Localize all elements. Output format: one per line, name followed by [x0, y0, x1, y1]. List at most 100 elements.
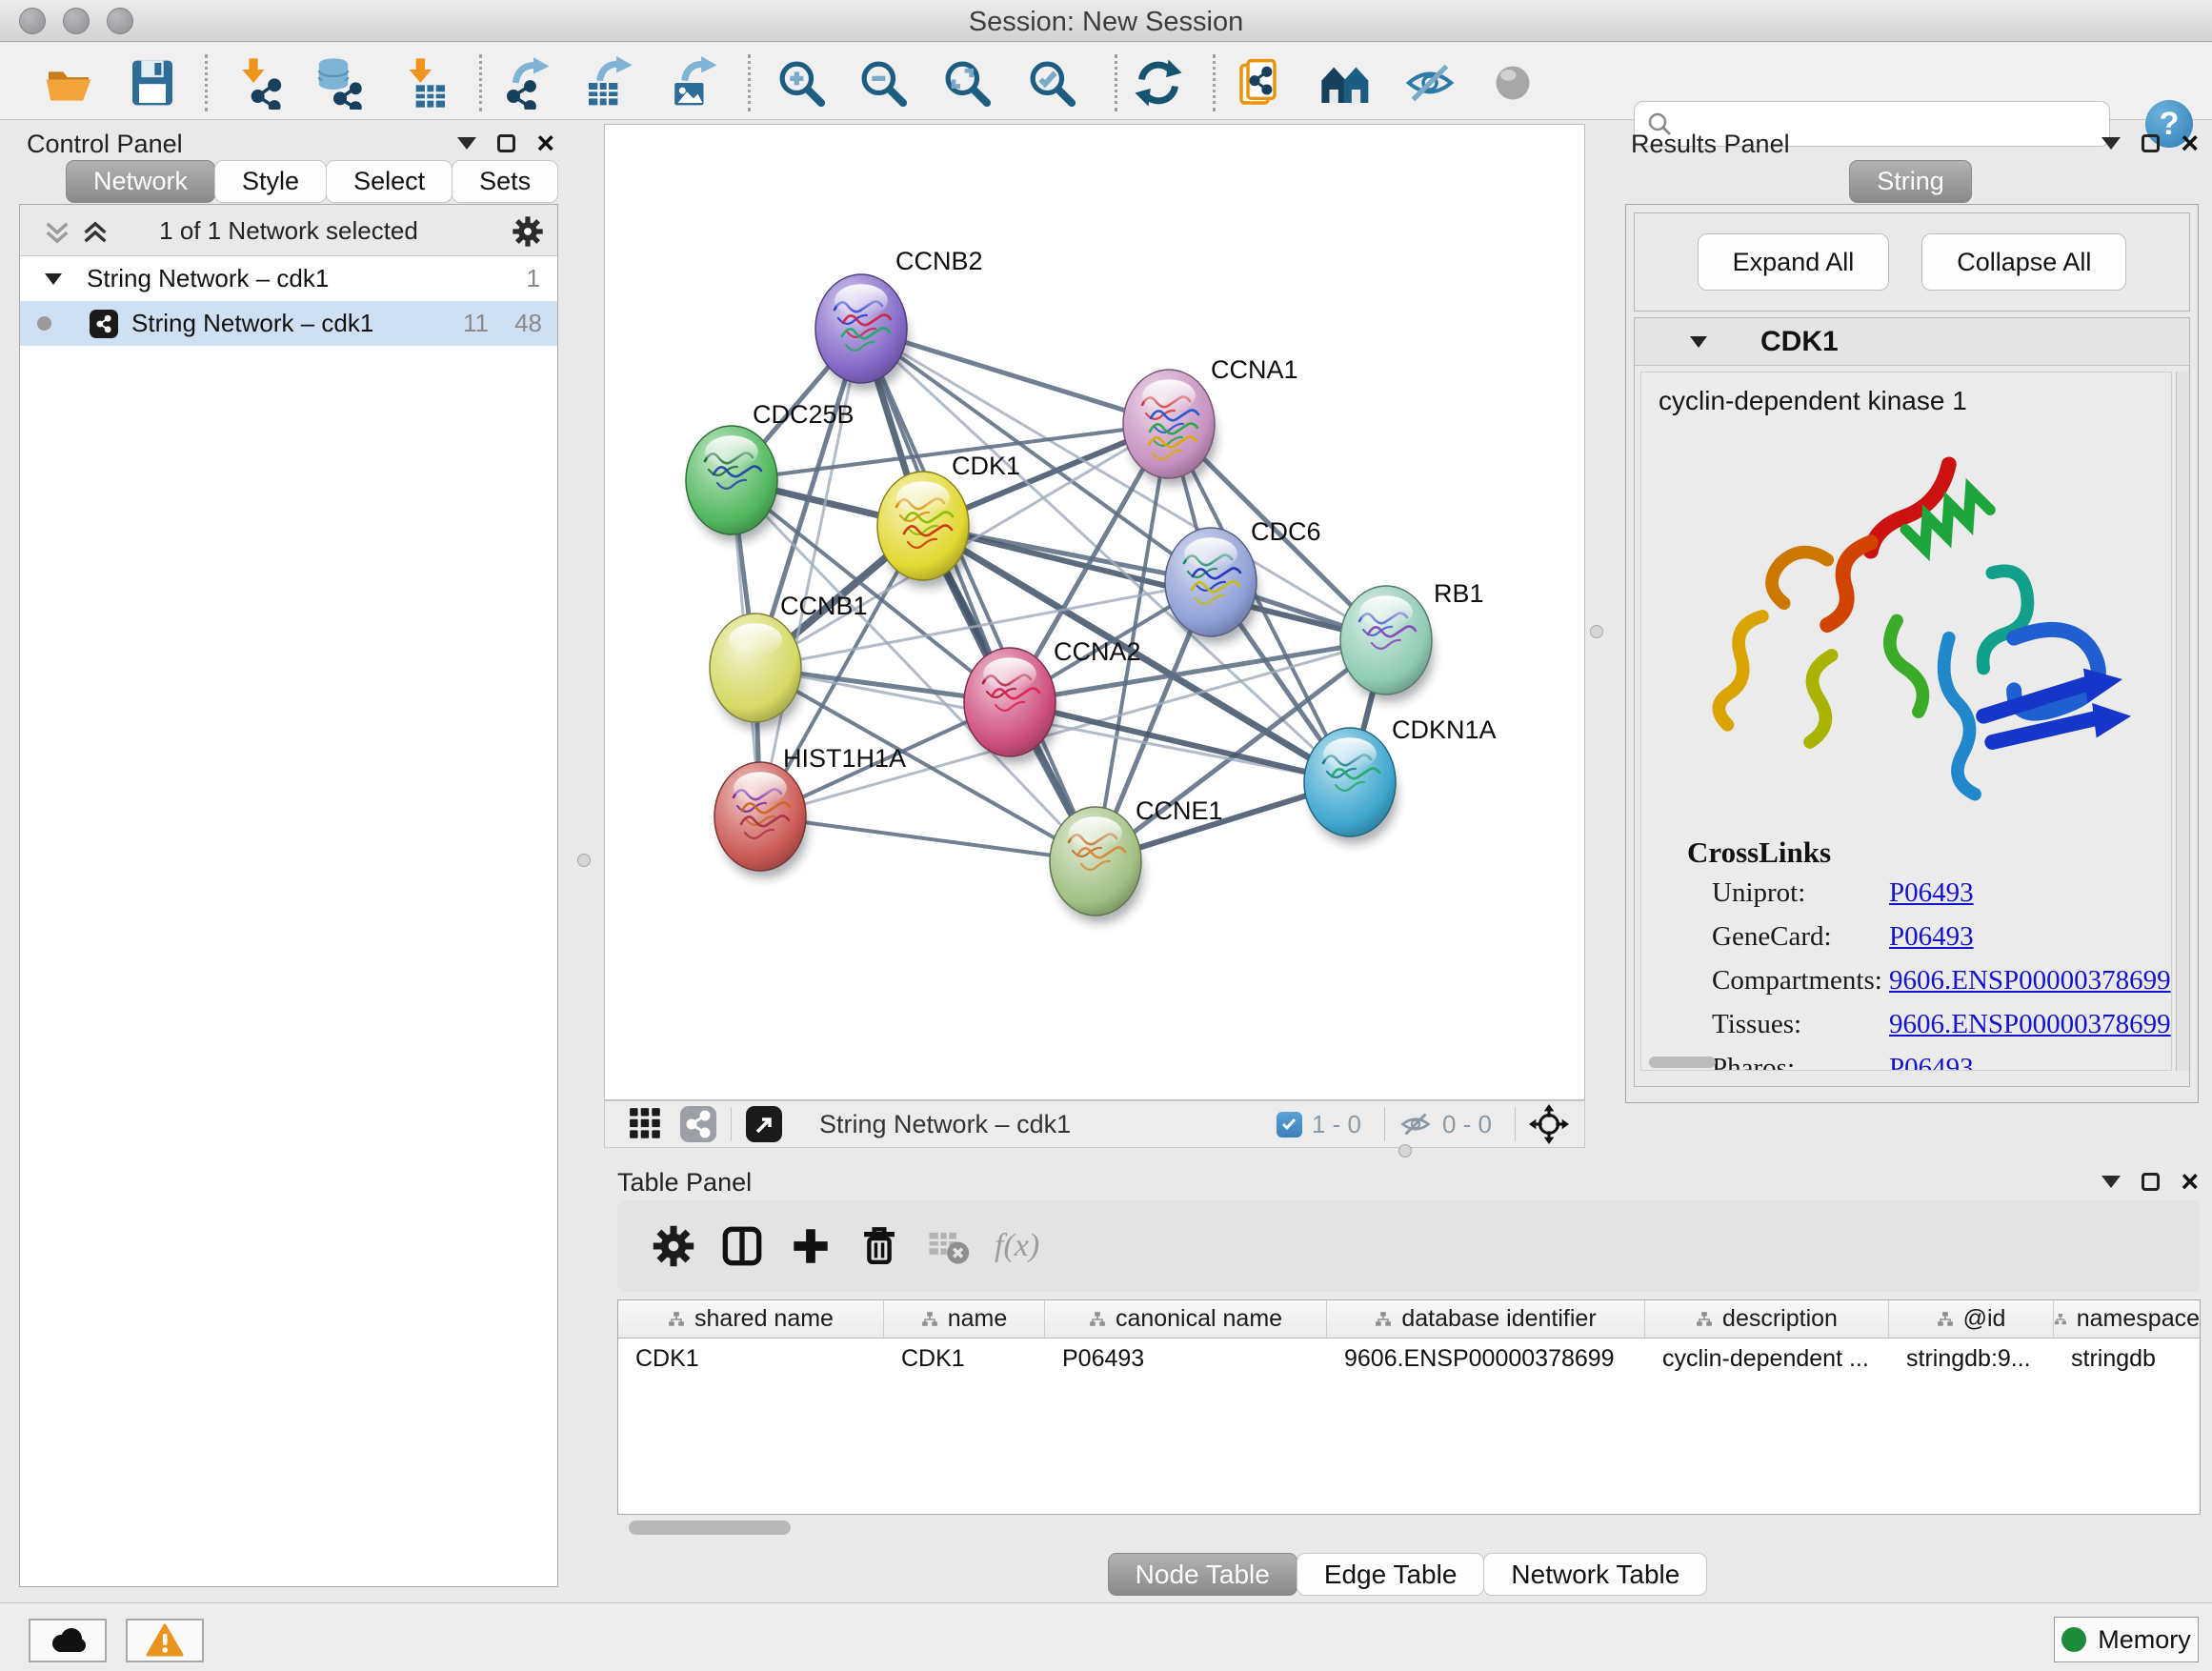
network-edge[interactable]	[760, 816, 1096, 861]
network-canvas[interactable]: CCNB2CCNA1CDC25BCDK1CDC6RB1CCNB1CCNA2CDK…	[604, 124, 1585, 1100]
column-header[interactable]: @id	[1889, 1300, 2054, 1338]
export-table-icon[interactable]	[582, 56, 635, 110]
crosslink-link[interactable]: 9606.ENSP00000378699	[1889, 965, 2171, 997]
network-node-ccnb1[interactable]	[710, 614, 803, 730]
table-row[interactable]: CDK1 CDK1 P06493 9606.ENSP00000378699 cy…	[618, 1339, 2200, 1379]
bottom-splitter-handle[interactable]	[1398, 1144, 1412, 1158]
open-in-new-icon[interactable]	[745, 1105, 783, 1143]
zoom-out-icon[interactable]	[856, 56, 910, 110]
save-session-icon[interactable]	[126, 56, 179, 110]
network-node-ccnb2[interactable]	[815, 274, 909, 391]
hidden-counts: 0 - 0	[1442, 1110, 1492, 1139]
cloud-status-button[interactable]	[29, 1619, 107, 1662]
panel-float-icon[interactable]	[2142, 1173, 2160, 1191]
network-row[interactable]: String Network – cdk1 11 48	[20, 301, 557, 346]
network-collection-label: String Network – cdk1	[87, 264, 329, 293]
panel-close-icon[interactable]: ×	[2181, 1172, 2199, 1191]
table-settings-gear-icon[interactable]	[652, 1224, 695, 1268]
network-node-ccna1[interactable]	[1123, 370, 1217, 486]
import-table-icon[interactable]	[398, 56, 452, 110]
network-node-hist1h1a[interactable]	[714, 762, 808, 878]
left-splitter-handle[interactable]	[577, 854, 591, 867]
selected-checkbox[interactable]	[1277, 1112, 1302, 1137]
panel-menu-icon[interactable]	[2101, 137, 2121, 150]
network-node-ccne1[interactable]	[1050, 807, 1143, 923]
refresh-icon[interactable]	[1132, 56, 1185, 110]
string-network-icon	[90, 310, 118, 338]
grid-view-icon[interactable]	[628, 1106, 664, 1142]
pan-crosshair-icon[interactable]	[1529, 1104, 1569, 1144]
collapse-icon[interactable]	[45, 273, 62, 285]
column-header[interactable]: shared name	[618, 1300, 884, 1338]
warnings-button[interactable]	[126, 1619, 204, 1662]
network-node-cdk1[interactable]	[877, 472, 971, 588]
toolbar-separator	[748, 54, 751, 111]
collapse-icon[interactable]	[1690, 336, 1707, 348]
zoom-in-icon[interactable]	[774, 56, 828, 110]
network-collection-row[interactable]: String Network – cdk1 1	[20, 256, 557, 301]
add-column-icon[interactable]	[789, 1224, 833, 1268]
right-splitter-handle[interactable]	[1590, 625, 1603, 638]
crosslink-link[interactable]: P06493	[1889, 921, 1974, 953]
panel-float-icon[interactable]	[2142, 134, 2160, 152]
crosslink-link[interactable]: P06493	[1889, 877, 1974, 909]
network-edge[interactable]	[861, 329, 1096, 861]
column-header[interactable]: description	[1645, 1300, 1889, 1338]
column-header[interactable]: canonical name	[1045, 1300, 1327, 1338]
network-node-rb1[interactable]	[1340, 586, 1434, 702]
tab-style[interactable]: Style	[214, 160, 327, 203]
gear-icon[interactable]	[512, 215, 544, 248]
network-node-cdc25b[interactable]	[686, 426, 779, 542]
collapse-all-button[interactable]: Collapse All	[1921, 233, 2126, 291]
share-document-icon[interactable]	[1235, 56, 1288, 110]
tab-select[interactable]: Select	[326, 160, 452, 203]
hidden-eye-icon	[1398, 1107, 1433, 1141]
string-home-icon[interactable]	[1319, 56, 1373, 110]
tab-network[interactable]: Network	[66, 160, 215, 203]
panel-menu-icon[interactable]	[457, 137, 476, 150]
tab-network-table[interactable]: Network Table	[1483, 1553, 1707, 1596]
window-title: Session: New Session	[0, 7, 2212, 38]
import-network-database-icon[interactable]	[313, 56, 367, 110]
column-header[interactable]: database identifier	[1327, 1300, 1645, 1338]
network-node-ccna2[interactable]	[964, 648, 1057, 764]
tab-node-table[interactable]: Node Table	[1108, 1553, 1297, 1596]
vertical-scrollbar[interactable]	[2176, 372, 2189, 1071]
crosslink-link[interactable]: 9606.ENSP00000378699	[1889, 1009, 2171, 1040]
memory-button[interactable]: Memory	[2054, 1617, 2199, 1662]
delete-column-trash-icon[interactable]	[857, 1224, 901, 1268]
column-header[interactable]: name	[884, 1300, 1045, 1338]
zoom-fit-icon[interactable]	[940, 56, 994, 110]
crosslink-row: Pharos: P06493	[1712, 1053, 1795, 1071]
tab-edge-table[interactable]: Edge Table	[1297, 1553, 1485, 1596]
show-columns-icon[interactable]	[720, 1224, 764, 1268]
panel-close-icon[interactable]: ×	[2181, 133, 2199, 152]
table-horizontal-scrollbar-thumb[interactable]	[629, 1520, 791, 1535]
crosslink-link[interactable]: P06493	[1889, 1053, 1974, 1071]
open-session-icon[interactable]	[42, 56, 95, 110]
export-image-icon[interactable]	[667, 56, 720, 110]
tab-string[interactable]: String	[1849, 160, 1972, 203]
hide-selection-icon[interactable]	[1403, 56, 1457, 110]
network-node-cdc6[interactable]	[1165, 528, 1258, 644]
network-share-icon[interactable]	[679, 1105, 717, 1143]
expand-all-button[interactable]: Expand All	[1698, 233, 1890, 291]
panel-menu-icon[interactable]	[2101, 1176, 2121, 1188]
panel-float-icon[interactable]	[497, 134, 515, 152]
panel-close-icon[interactable]: ×	[536, 133, 554, 152]
export-network-icon[interactable]	[500, 56, 553, 110]
network-node-cdkn1a[interactable]	[1304, 728, 1398, 844]
column-header[interactable]: namespace	[2054, 1300, 2200, 1338]
string-network-graph[interactable]: CCNB2CCNA1CDC25BCDK1CDC6RB1CCNB1CCNA2CDK…	[605, 125, 1584, 1099]
import-network-file-icon[interactable]	[233, 56, 287, 110]
memory-label: Memory	[2098, 1625, 2191, 1655]
horizontal-scrollbar-thumb[interactable]	[1649, 1057, 1716, 1068]
zoom-selected-icon[interactable]	[1025, 56, 1078, 110]
node-label-hist1h1a: HIST1H1A	[783, 744, 906, 773]
network-edge[interactable]	[1010, 702, 1350, 782]
toolbar-separator	[205, 54, 208, 111]
tab-sets[interactable]: Sets	[452, 160, 558, 203]
preview-icon[interactable]	[1486, 56, 1539, 110]
cell-namespace: stringdb	[2054, 1339, 2200, 1379]
gene-section-header[interactable]: CDK1	[1635, 318, 2189, 366]
